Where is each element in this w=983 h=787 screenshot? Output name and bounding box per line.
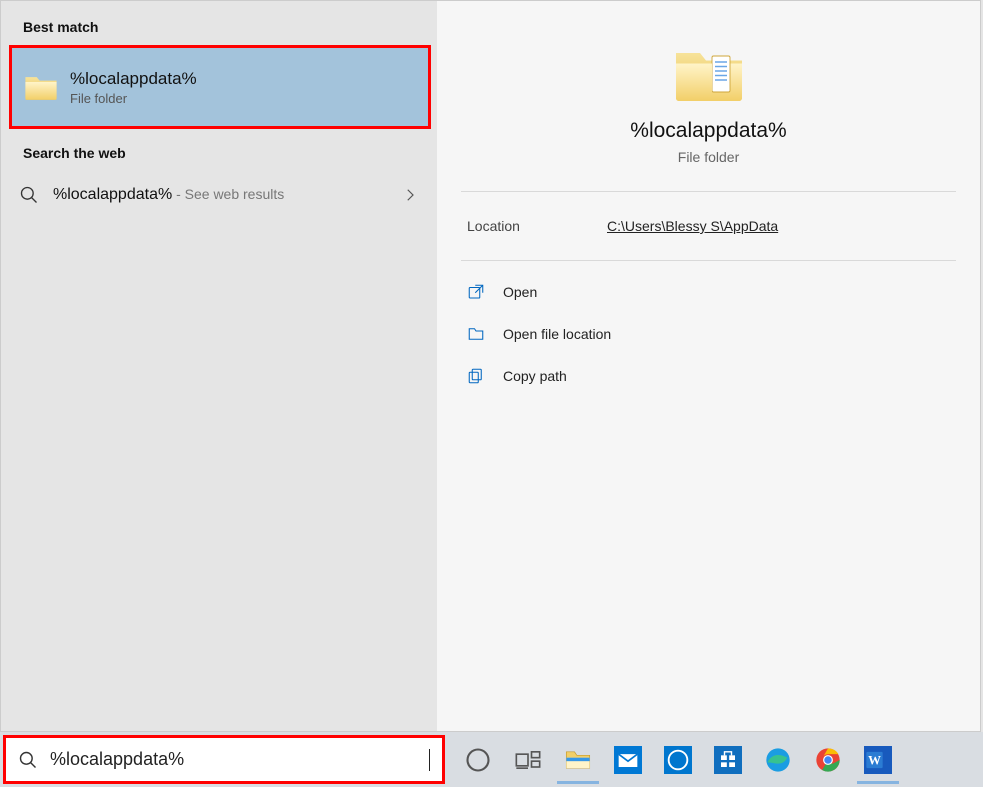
task-view-button[interactable] — [503, 736, 553, 784]
preview-pane: %localappdata% File folder Location C:\U… — [437, 1, 980, 731]
action-copy-path[interactable]: Copy path — [461, 355, 956, 397]
edge-browser-button[interactable] — [753, 736, 803, 784]
cortana-button[interactable] — [453, 736, 503, 784]
best-match-title: %localappdata% — [70, 69, 197, 89]
search-web-header: Search the web — [1, 131, 437, 171]
annotation-search-highlight: %localappdata% — [3, 735, 445, 784]
microsoft-store-button[interactable] — [703, 736, 753, 784]
windows-search-panel: Best match %localappdata% File folder Se… — [0, 0, 981, 732]
action-open-label: Open — [503, 284, 537, 300]
chevron-right-icon — [401, 186, 419, 204]
action-open-location-label: Open file location — [503, 326, 611, 342]
folder-icon — [24, 72, 58, 102]
preview-title: %localappdata% — [630, 119, 786, 143]
search-icon — [18, 750, 38, 770]
taskbar-icons: W — [453, 736, 903, 784]
best-match-header: Best match — [1, 5, 437, 45]
chrome-browser-button[interactable] — [803, 736, 853, 784]
svg-text:W: W — [868, 753, 881, 767]
location-row: Location C:\Users\Blessy S\AppData — [437, 192, 980, 260]
actions-list: Open Open file location Copy path — [437, 261, 980, 407]
search-icon — [19, 185, 39, 205]
results-pane: Best match %localappdata% File folder Se… — [1, 1, 437, 731]
folder-icon — [673, 43, 745, 105]
dell-app-button[interactable] — [653, 736, 703, 784]
taskbar-search-box[interactable]: %localappdata% — [6, 738, 442, 781]
location-path[interactable]: C:\Users\Blessy S\AppData — [607, 218, 778, 234]
action-open[interactable]: Open — [461, 271, 956, 313]
search-input-text[interactable]: %localappdata% — [50, 749, 429, 770]
web-result-title: %localappdata% — [53, 186, 172, 203]
word-app-button[interactable]: W — [853, 736, 903, 784]
preview-subtitle: File folder — [678, 149, 739, 165]
open-icon — [467, 283, 485, 301]
text-cursor — [429, 749, 430, 771]
taskbar: %localappdata% — [0, 732, 983, 787]
web-result-suffix: - See web results — [172, 186, 284, 202]
file-explorer-button[interactable] — [553, 736, 603, 784]
location-label: Location — [467, 218, 607, 234]
best-match-result[interactable]: %localappdata% File folder — [12, 48, 428, 126]
preview-header: %localappdata% File folder — [437, 1, 980, 191]
annotation-best-match-highlight: %localappdata% File folder — [9, 45, 431, 129]
action-open-location[interactable]: Open file location — [461, 313, 956, 355]
best-match-subtitle: File folder — [70, 91, 197, 106]
open-location-icon — [467, 325, 485, 343]
web-search-result[interactable]: %localappdata% - See web results — [1, 171, 437, 219]
best-match-text: %localappdata% File folder — [70, 69, 197, 106]
action-copy-path-label: Copy path — [503, 368, 567, 384]
copy-icon — [467, 367, 485, 385]
mail-app-button[interactable] — [603, 736, 653, 784]
